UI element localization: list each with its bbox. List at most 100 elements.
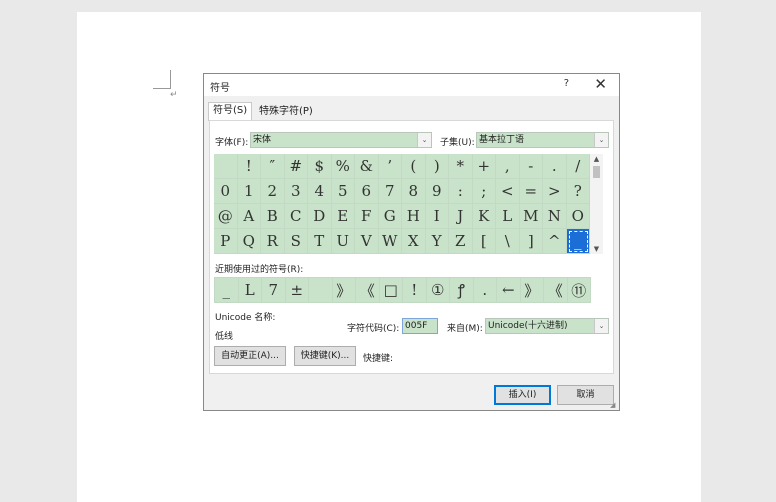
insert-button[interactable]: 插入(I) bbox=[494, 385, 551, 405]
symbol-cell[interactable]: ? bbox=[566, 179, 590, 204]
symbol-cell[interactable]: O bbox=[566, 204, 590, 229]
symbol-cell[interactable]: X bbox=[402, 229, 426, 254]
char-code-input[interactable]: 005F bbox=[402, 318, 438, 334]
symbol-cell[interactable]: 2 bbox=[261, 179, 285, 204]
symbol-cell[interactable]: > bbox=[543, 179, 567, 204]
recent-symbol-cell[interactable]: 》 bbox=[520, 278, 544, 303]
symbol-cell[interactable]: 6 bbox=[355, 179, 379, 204]
recent-symbol-cell[interactable]: ꝭ bbox=[450, 278, 474, 303]
symbol-cell[interactable]: R bbox=[261, 229, 285, 254]
symbol-cell[interactable]: C bbox=[284, 204, 308, 229]
symbol-cell[interactable]: = bbox=[519, 179, 543, 204]
symbol-grid-scrollbar[interactable]: ▲ ▼ bbox=[590, 154, 603, 254]
symbol-cell[interactable]: @ bbox=[214, 204, 238, 229]
symbol-cell[interactable]: I bbox=[425, 204, 449, 229]
help-button[interactable]: ? bbox=[564, 78, 569, 89]
symbol-cell[interactable]: E bbox=[331, 204, 355, 229]
symbol-cell[interactable]: T bbox=[308, 229, 332, 254]
symbol-cell[interactable]: Q bbox=[237, 229, 261, 254]
chevron-down-icon[interactable]: ⌄ bbox=[417, 133, 431, 147]
symbol-cell[interactable]: \ bbox=[496, 229, 520, 254]
symbol-cell[interactable]: H bbox=[402, 204, 426, 229]
symbol-cell[interactable]: ! bbox=[237, 154, 261, 179]
recent-symbol-cell[interactable]: _ bbox=[215, 278, 239, 303]
symbol-cell[interactable]: < bbox=[496, 179, 520, 204]
symbol-cell[interactable]: ″ bbox=[261, 154, 285, 179]
from-select[interactable]: Unicode(十六进制) ⌄ bbox=[485, 318, 609, 334]
symbol-grid[interactable]: ! ″ # $% &’() * +, -./ 0 1 2 3 4 5 6 7 8 9:; < = >? @ A B C D E F G H… bbox=[214, 154, 590, 254]
symbol-cell[interactable]: # bbox=[284, 154, 308, 179]
symbol-cell[interactable]: % bbox=[331, 154, 355, 179]
symbol-cell[interactable]: L bbox=[496, 204, 520, 229]
shortcut-key-button[interactable]: 快捷键(K)... bbox=[294, 346, 356, 366]
symbol-cell[interactable]: S bbox=[284, 229, 308, 254]
chevron-down-icon[interactable]: ⌄ bbox=[594, 319, 608, 333]
chevron-down-icon[interactable]: ⌄ bbox=[594, 133, 608, 147]
symbol-cell[interactable]: Y bbox=[425, 229, 449, 254]
symbol-cell[interactable]: Z bbox=[449, 229, 473, 254]
symbol-cell[interactable]: : bbox=[449, 179, 473, 204]
symbol-cell[interactable]: * bbox=[449, 154, 473, 179]
symbol-cell[interactable]: . bbox=[543, 154, 567, 179]
scroll-thumb[interactable] bbox=[593, 166, 600, 178]
symbol-cell[interactable]: $ bbox=[308, 154, 332, 179]
resize-grip-icon[interactable]: ◢ bbox=[610, 401, 618, 409]
recent-symbol-cell[interactable]: 》 bbox=[332, 278, 356, 303]
symbol-cell[interactable]: , bbox=[496, 154, 520, 179]
recent-symbol-cell[interactable]: L bbox=[238, 278, 262, 303]
symbol-cell[interactable]: 3 bbox=[284, 179, 308, 204]
symbol-cell[interactable]: 1 bbox=[237, 179, 261, 204]
symbol-cell[interactable]: 4 bbox=[308, 179, 332, 204]
symbol-cell[interactable]: ) bbox=[425, 154, 449, 179]
symbol-cell[interactable]: [ bbox=[472, 229, 496, 254]
symbol-cell[interactable]: A bbox=[237, 204, 261, 229]
recent-symbol-cell[interactable]: ← bbox=[497, 278, 521, 303]
recent-symbol-cell[interactable]: 《 bbox=[544, 278, 568, 303]
symbol-cell[interactable]: W bbox=[378, 229, 402, 254]
recent-symbols-grid[interactable]: _ L 7 ± 》《 □! ① ꝭ. ← 》《 ⑪ bbox=[214, 277, 591, 303]
symbol-cell[interactable]: 0 bbox=[214, 179, 238, 204]
recent-symbol-cell[interactable]: ⑪ bbox=[567, 278, 591, 303]
symbol-cell[interactable]: ( bbox=[402, 154, 426, 179]
symbol-cell[interactable]: ^ bbox=[543, 229, 567, 254]
recent-symbol-cell[interactable]: ① bbox=[426, 278, 450, 303]
chevron-up-icon[interactable]: ▲ bbox=[590, 154, 603, 164]
symbol-cell[interactable]: V bbox=[355, 229, 379, 254]
subset-select[interactable]: 基本拉丁语 ⌄ bbox=[476, 132, 609, 148]
font-select[interactable]: 宋体 ⌄ bbox=[250, 132, 432, 148]
symbol-cell[interactable]: _ bbox=[566, 229, 590, 254]
cancel-button[interactable]: 取消 bbox=[557, 385, 614, 405]
symbol-cell[interactable]: B bbox=[261, 204, 285, 229]
close-icon[interactable]: ✕ bbox=[594, 75, 607, 93]
symbol-cell[interactable]: 5 bbox=[331, 179, 355, 204]
tab-symbols[interactable]: 符号(S) bbox=[208, 102, 253, 121]
symbol-cell[interactable]: U bbox=[331, 229, 355, 254]
symbol-cell[interactable]: J bbox=[449, 204, 473, 229]
symbol-cell[interactable]: 9 bbox=[425, 179, 449, 204]
symbol-cell[interactable]: - bbox=[519, 154, 543, 179]
symbol-cell[interactable]: 7 bbox=[378, 179, 402, 204]
recent-symbol-cell[interactable]: . bbox=[473, 278, 497, 303]
recent-symbol-cell[interactable]: 《 bbox=[356, 278, 380, 303]
recent-symbol-cell[interactable] bbox=[309, 278, 333, 303]
symbol-cell[interactable]: D bbox=[308, 204, 332, 229]
autocorrect-button[interactable]: 自动更正(A)... bbox=[214, 346, 286, 366]
symbol-cell[interactable]: + bbox=[472, 154, 496, 179]
symbol-cell[interactable]: 8 bbox=[402, 179, 426, 204]
symbol-cell[interactable] bbox=[214, 154, 238, 179]
recent-symbol-cell[interactable]: 7 bbox=[262, 278, 286, 303]
symbol-cell[interactable]: P bbox=[214, 229, 238, 254]
symbol-cell[interactable]: / bbox=[566, 154, 590, 179]
symbol-cell[interactable]: N bbox=[543, 204, 567, 229]
tab-special-characters[interactable]: 特殊字符(P) bbox=[255, 104, 317, 120]
symbol-cell[interactable]: & bbox=[355, 154, 379, 179]
recent-symbol-cell[interactable]: □ bbox=[379, 278, 403, 303]
title-bar[interactable]: 符号 ? ✕ bbox=[204, 74, 619, 96]
symbol-cell[interactable]: ’ bbox=[378, 154, 402, 179]
recent-symbol-cell[interactable]: ! bbox=[403, 278, 427, 303]
symbol-cell[interactable]: G bbox=[378, 204, 402, 229]
recent-symbol-cell[interactable]: ± bbox=[285, 278, 309, 303]
symbol-cell[interactable]: M bbox=[519, 204, 543, 229]
symbol-cell[interactable]: ] bbox=[519, 229, 543, 254]
symbol-cell[interactable]: ; bbox=[472, 179, 496, 204]
